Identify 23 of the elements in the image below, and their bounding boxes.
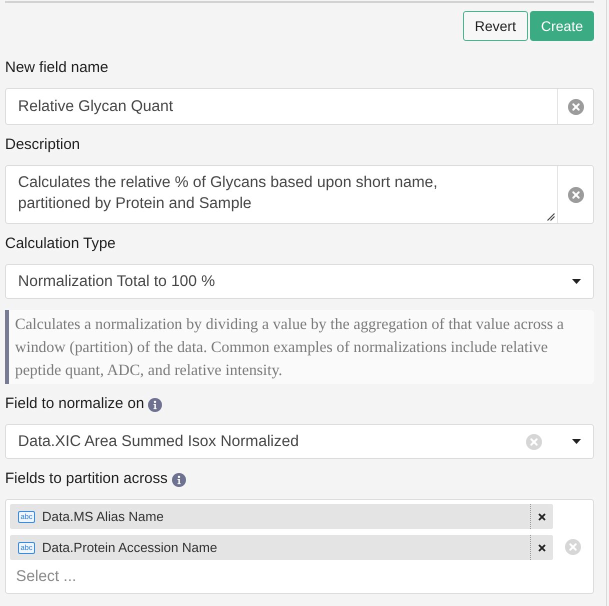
dropdown[interactable]: Data.XIC Area Summed Isox Normalized (5, 424, 594, 459)
tag-label: Data.MS Alias Name (42, 509, 165, 524)
field-label: Description (5, 135, 80, 155)
clear-icon (565, 538, 581, 554)
field-label: New field name (5, 58, 108, 78)
clear-button[interactable] (526, 434, 542, 450)
help-note: Calculates a normalization by dividing a value by the aggregation of that value across a window (partition) of the data. Common examples of normalizations include relative peptide quant, ADC, and relative intensity. (5, 310, 594, 384)
field-label: Field to normalize on (5, 394, 144, 414)
clear-icon (526, 434, 542, 450)
textarea-input[interactable]: Calculates the relative % of Glycans based upon short name, partitioned by Protein and Sample (5, 165, 594, 224)
clear-icon (568, 186, 584, 202)
close-icon (538, 512, 546, 520)
caret-icon (572, 439, 580, 444)
resize-grip-icon (547, 213, 555, 221)
revert-button[interactable]: Revert (462, 11, 528, 41)
field-label: Fields to partition across (5, 469, 168, 489)
field-label: Calculation Type (5, 234, 116, 254)
clear-icon (568, 98, 584, 114)
text-input[interactable]: Relative Glycan Quant (5, 88, 594, 125)
dropdown[interactable]: Normalization Total to 100 % (5, 264, 594, 299)
tag-label: Data.Protein Accession Name (42, 540, 218, 555)
caret-icon (572, 279, 580, 284)
close-icon (538, 544, 546, 552)
